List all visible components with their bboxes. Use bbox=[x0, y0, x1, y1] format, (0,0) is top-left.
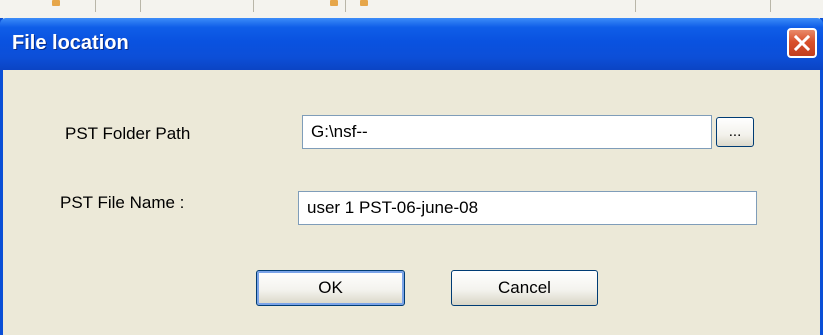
pst-file-name-input[interactable] bbox=[298, 191, 757, 225]
background-divider bbox=[140, 0, 141, 12]
background-divider bbox=[345, 0, 346, 12]
cancel-button[interactable]: Cancel bbox=[451, 270, 598, 306]
cancel-button-label: Cancel bbox=[498, 278, 551, 297]
background-divider bbox=[253, 0, 254, 12]
background-app-strip bbox=[0, 0, 823, 20]
background-icon bbox=[360, 0, 368, 6]
pst-folder-path-label: PST Folder Path bbox=[65, 124, 191, 143]
background-icon bbox=[330, 0, 338, 6]
dialog-client-area: PST Folder Path ... PST File Name : OK C… bbox=[3, 70, 820, 335]
browse-button[interactable]: ... bbox=[716, 117, 754, 147]
ok-button[interactable]: OK bbox=[256, 270, 405, 306]
background-icon bbox=[52, 0, 60, 6]
dialog-title: File location bbox=[12, 32, 129, 54]
background-divider bbox=[770, 0, 771, 12]
background-divider bbox=[95, 0, 96, 12]
file-location-dialog: File location PST Folder Path ... PST Fi… bbox=[0, 18, 823, 335]
pst-file-name-label: PST File Name : bbox=[60, 193, 185, 212]
pst-folder-path-input[interactable] bbox=[302, 115, 712, 149]
dialog-titlebar[interactable]: File location bbox=[0, 18, 823, 70]
browse-button-label: ... bbox=[728, 123, 742, 140]
background-divider bbox=[635, 0, 636, 12]
ok-button-label: OK bbox=[318, 278, 343, 297]
close-icon bbox=[793, 34, 811, 52]
close-button[interactable] bbox=[787, 28, 817, 58]
